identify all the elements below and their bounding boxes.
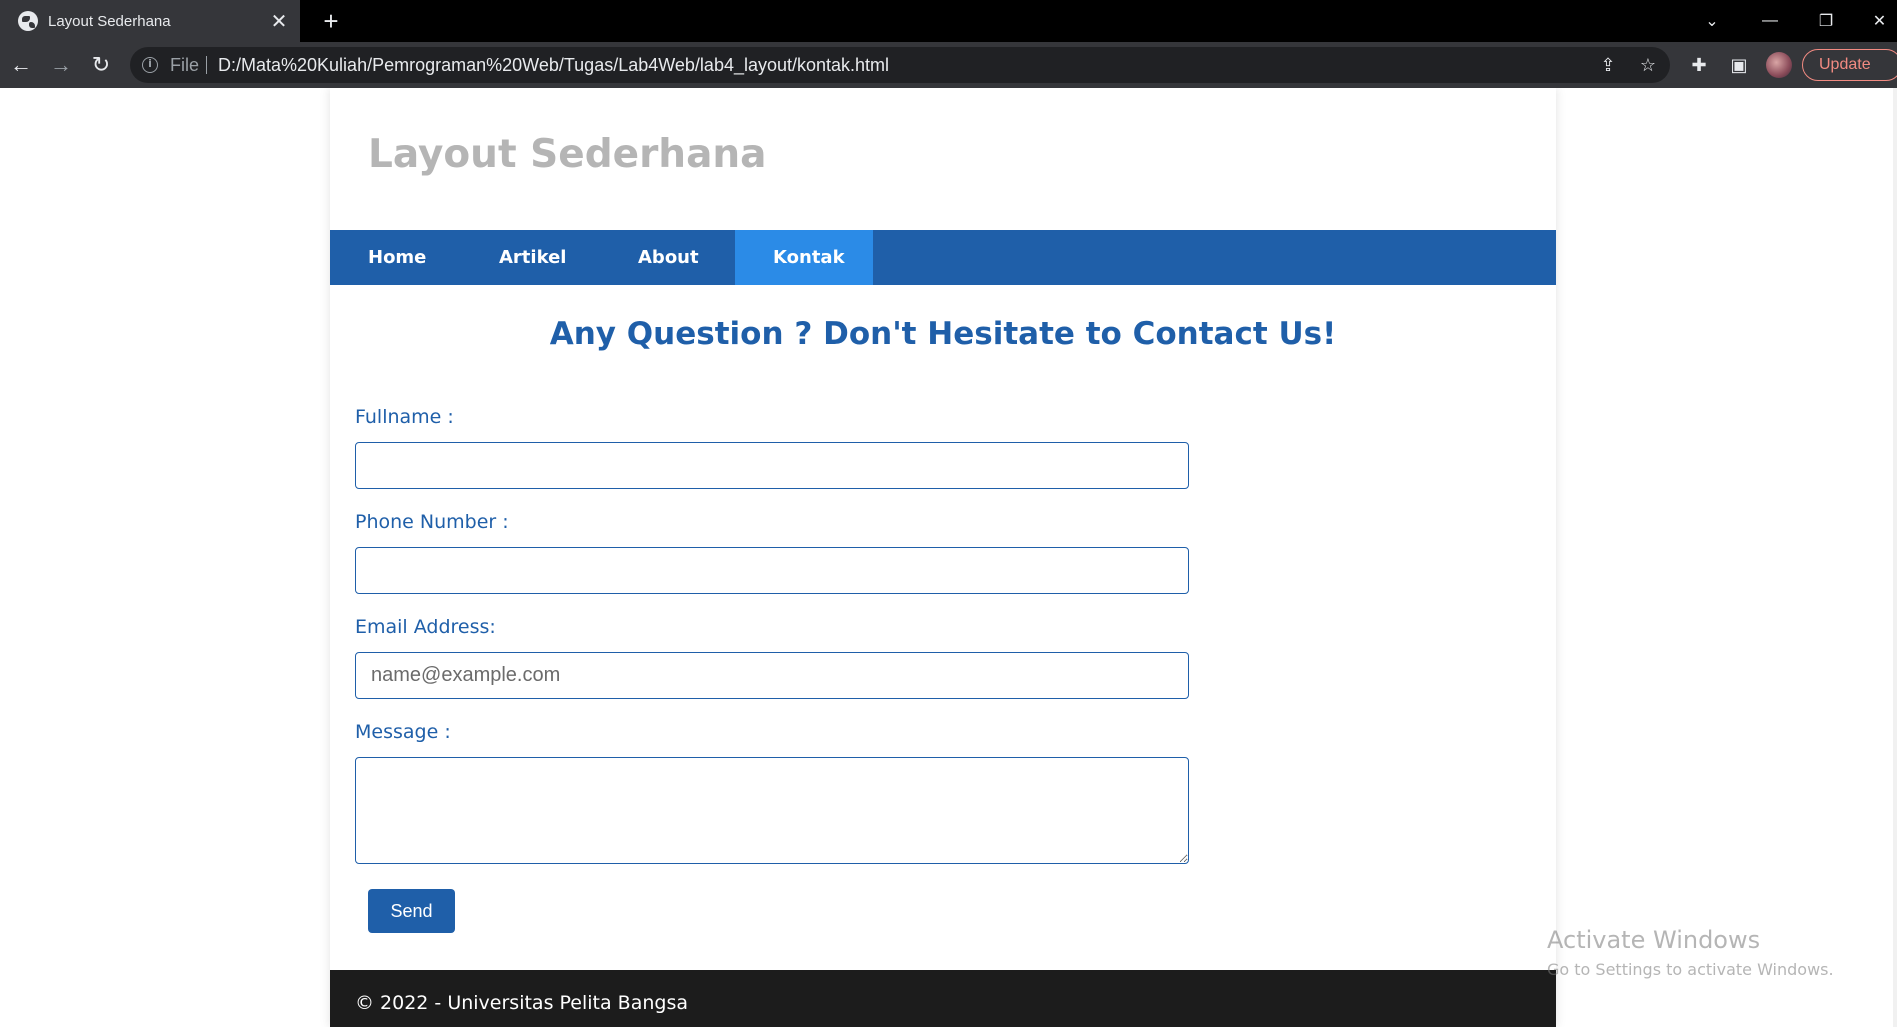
sidepanel-icon[interactable]: ▣	[1726, 52, 1752, 78]
nav-artikel[interactable]: Artikel	[461, 230, 604, 285]
star-icon[interactable]: ☆	[1636, 53, 1660, 77]
extensions-icon[interactable]: ✚	[1686, 52, 1712, 78]
omnibox-divider	[206, 56, 207, 74]
phone-label: Phone Number :	[355, 511, 509, 533]
tab-title: Layout Sederhana	[48, 12, 171, 30]
nav-home[interactable]: Home	[330, 230, 464, 285]
update-label: Update	[1819, 56, 1871, 73]
page-container: Layout Sederhana Home Artikel About Kont…	[330, 88, 1556, 1027]
back-arrow-icon[interactable]: ←	[6, 50, 36, 80]
fullname-label: Fullname :	[355, 406, 454, 428]
site-header: Layout Sederhana	[330, 88, 1556, 230]
scrollbar[interactable]	[1893, 88, 1897, 1027]
site-title: Layout Sederhana	[368, 132, 767, 177]
footer-text: © 2022 - Universitas Pelita Bangsa	[355, 992, 688, 1014]
minimize-icon[interactable]: —	[1748, 0, 1792, 42]
email-input[interactable]	[355, 652, 1189, 699]
browser-tabbar: Layout Sederhana ✕ + ⌄ — ❐ ✕	[0, 0, 1897, 42]
address-bar[interactable]: File D:/Mata%20Kuliah/Pemrograman%20Web/…	[130, 47, 1670, 83]
reload-icon[interactable]: ↻	[86, 50, 116, 80]
plus-icon[interactable]: +	[316, 6, 346, 36]
main-nav: Home Artikel About Kontak	[330, 230, 1556, 285]
browser-toolbar: ← → ↻ File D:/Mata%20Kuliah/Pemrograman%…	[0, 42, 1897, 88]
info-icon[interactable]	[142, 57, 158, 73]
contact-heading: Any Question ? Don't Hesitate to Contact…	[549, 316, 1337, 352]
avatar[interactable]	[1766, 52, 1792, 78]
phone-input[interactable]	[355, 547, 1189, 594]
update-button[interactable]: Update	[1802, 49, 1897, 81]
tab-search-icon[interactable]: ⌄	[1690, 0, 1734, 42]
page-viewport: Layout Sederhana Home Artikel About Kont…	[0, 88, 1897, 1027]
nav-kontak[interactable]: Kontak	[735, 230, 873, 285]
share-icon[interactable]: ⇪	[1596, 53, 1620, 77]
restore-icon[interactable]: ❐	[1804, 0, 1848, 42]
email-label: Email Address:	[355, 616, 496, 638]
activate-windows-watermark: Activate Windows Go to Settings to activ…	[1547, 926, 1834, 979]
nav-about[interactable]: About	[600, 230, 737, 285]
browser-tab[interactable]: Layout Sederhana ✕	[0, 0, 300, 42]
window-close-icon[interactable]: ✕	[1862, 0, 1897, 42]
url-text[interactable]: D:/Mata%20Kuliah/Pemrograman%20Web/Tugas…	[218, 55, 889, 76]
message-label: Message :	[355, 721, 451, 743]
file-label: File	[170, 55, 200, 75]
globe-icon	[18, 11, 38, 31]
fullname-input[interactable]	[355, 442, 1189, 489]
forward-arrow-icon[interactable]: →	[46, 50, 76, 80]
send-button[interactable]: Send	[368, 889, 455, 933]
site-footer: © 2022 - Universitas Pelita Bangsa	[330, 970, 1556, 1027]
close-icon[interactable]: ✕	[264, 9, 294, 34]
activate-subtitle: Go to Settings to activate Windows.	[1547, 960, 1834, 979]
message-textarea[interactable]	[355, 757, 1189, 864]
activate-title: Activate Windows	[1547, 926, 1761, 954]
